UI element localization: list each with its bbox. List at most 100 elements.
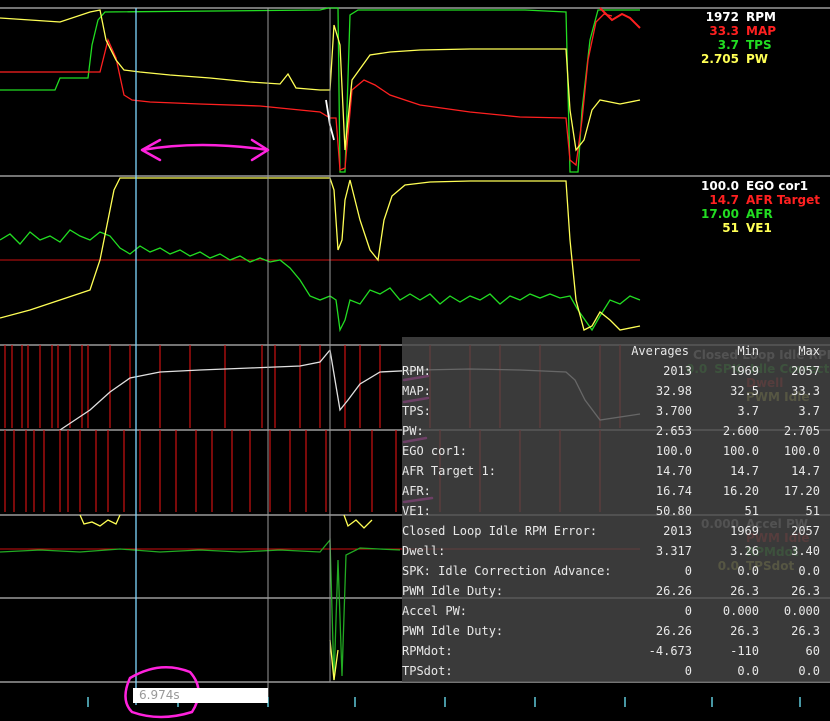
legend-value: 33.3 — [709, 24, 739, 38]
stat-average: 0 — [684, 564, 692, 578]
legend-value: 1972 — [705, 10, 739, 24]
stat-max: 2.705 — [783, 424, 820, 438]
legend-name: AFR Target — [746, 193, 821, 207]
stat-min: 100.0 — [722, 444, 759, 458]
stat-average: 50.80 — [655, 504, 692, 518]
stat-min: 16.20 — [722, 484, 759, 498]
stat-min: 3.7 — [737, 404, 759, 418]
legend-value: 3.7 — [717, 38, 739, 52]
stat-label: Dwell: — [402, 544, 446, 558]
stat-max: 0.0 — [798, 564, 820, 578]
legend-name: TPS — [746, 38, 772, 52]
stat-label: TPS: — [402, 404, 431, 418]
legend-row: 33.3 MAP — [686, 24, 830, 38]
legend-row: 51 VE1 — [686, 221, 830, 235]
time-readout-text: 6.974s — [139, 688, 180, 702]
legend-name: RPM — [746, 10, 776, 24]
stat-average: 100.0 — [655, 444, 692, 458]
stat-max: 51 — [805, 504, 820, 518]
stat-average: 2013 — [663, 524, 692, 538]
stat-label: TPSdot: — [402, 664, 453, 678]
stat-label: VE1: — [402, 504, 431, 518]
stats-row: MAP: 32.98 32.5 33.3 — [402, 381, 830, 401]
stat-min: 14.7 — [730, 464, 759, 478]
stat-label: AFR: — [402, 484, 431, 498]
stats-header-row: Averages Min Max — [402, 341, 830, 361]
stat-label: RPMdot: — [402, 644, 453, 658]
legend-row: 14.7 AFR Target — [686, 193, 830, 207]
stat-average: -4.673 — [648, 644, 692, 658]
stat-average: 2013 — [663, 364, 692, 378]
legend-name: AFR — [746, 207, 773, 221]
legend-value: 17.00 — [701, 207, 739, 221]
stat-min: 0.0 — [737, 564, 759, 578]
stat-max: 3.40 — [791, 544, 820, 558]
stat-min: 26.3 — [730, 584, 759, 598]
legend-row: 100.0 EGO cor1 — [686, 179, 830, 193]
legend-value: 100.0 — [701, 179, 739, 193]
rpmdot-trace — [0, 538, 401, 681]
stat-label: MAP: — [402, 384, 431, 398]
stat-average: 3.700 — [655, 404, 692, 418]
stat-average: 16.74 — [655, 484, 692, 498]
tpsdot-trace-2 — [343, 514, 373, 529]
stat-average: 3.317 — [655, 544, 692, 558]
ve-trace — [0, 177, 641, 331]
statistics-panel[interactable]: Averages Min Max RPM: 2013 1969 2057 MAP: 32.… — [402, 337, 830, 682]
stat-label: AFR Target 1: — [402, 464, 496, 478]
stat-max: 0.0 — [798, 664, 820, 678]
legend-value: 14.7 — [709, 193, 739, 207]
stat-average: 32.98 — [655, 384, 692, 398]
stat-max: 60 — [805, 644, 820, 658]
legend-name: EGO cor1 — [746, 179, 809, 193]
stats-row: Accel PW: 0 0.000 0.000 — [402, 601, 830, 621]
stat-label: RPM: — [402, 364, 431, 378]
stat-average: 26.26 — [655, 584, 692, 598]
stats-row: PW: 2.653 2.600 2.705 — [402, 421, 830, 441]
graph1-legend: 1972 RPM 33.3 MAP 3.7 TPS 2.705 PW — [686, 10, 830, 66]
red-spike — [599, 7, 641, 29]
stat-min: -110 — [730, 644, 759, 658]
stat-average: 14.70 — [655, 464, 692, 478]
stats-row: PWM Idle Duty: 26.26 26.3 26.3 — [402, 581, 830, 601]
tpsdot-trace — [79, 514, 121, 527]
stat-max: 26.3 — [791, 624, 820, 638]
stat-label: PWM Idle Duty: — [402, 584, 504, 598]
stat-average: 2.653 — [655, 424, 692, 438]
legend-row: 3.7 TPS — [686, 38, 830, 52]
stat-average: 26.26 — [655, 624, 692, 638]
stats-row: VE1: 50.80 51 51 — [402, 501, 830, 521]
stat-label: Closed Loop Idle RPM Error: — [402, 524, 598, 538]
map-trace — [0, 13, 613, 171]
stats-row: AFR Target 1: 14.70 14.7 14.7 — [402, 461, 830, 481]
selection-markers[interactable] — [135, 8, 331, 705]
legend-name: VE1 — [746, 221, 772, 235]
stat-label: PW: — [402, 424, 424, 438]
time-readout-field[interactable]: 6.974s — [133, 688, 268, 703]
legend-value: 51 — [722, 221, 739, 235]
stat-min: 51 — [744, 504, 759, 518]
stats-row: RPM: 2013 1969 2057 — [402, 361, 830, 381]
averages-header: Averages — [631, 344, 689, 358]
stat-max: 26.3 — [791, 584, 820, 598]
stat-label: SPK: Idle Correction Advance: — [402, 564, 612, 578]
stats-row: TPS: 3.700 3.7 3.7 — [402, 401, 830, 421]
stat-min: 26.3 — [730, 624, 759, 638]
stats-row: PWM Idle Duty: 26.26 26.3 26.3 — [402, 621, 830, 641]
stats-row: SPK: Idle Correction Advance: 0 0.0 0.0 — [402, 561, 830, 581]
stat-label: PWM Idle Duty: — [402, 624, 504, 638]
stat-min: 1969 — [730, 524, 759, 538]
stat-max: 0.000 — [783, 604, 820, 618]
stat-label: EGO cor1: — [402, 444, 468, 458]
legend-name: MAP — [746, 24, 777, 38]
stats-row: Dwell: 3.317 3.26 3.40 — [402, 541, 830, 561]
stat-max: 100.0 — [783, 444, 820, 458]
max-header: Max — [798, 344, 820, 358]
stats-row: RPMdot: -4.673 -110 60 — [402, 641, 830, 661]
stat-max: 14.7 — [791, 464, 820, 478]
stats-row: TPSdot: 0 0.0 0.0 — [402, 661, 830, 681]
stat-average: 0 — [684, 604, 692, 618]
graph2-legend: 100.0 EGO cor1 14.7 AFR Target 17.00 AFR 51 VE1 — [686, 179, 830, 235]
stat-max: 33.3 — [791, 384, 820, 398]
stat-min: 0.0 — [737, 664, 759, 678]
